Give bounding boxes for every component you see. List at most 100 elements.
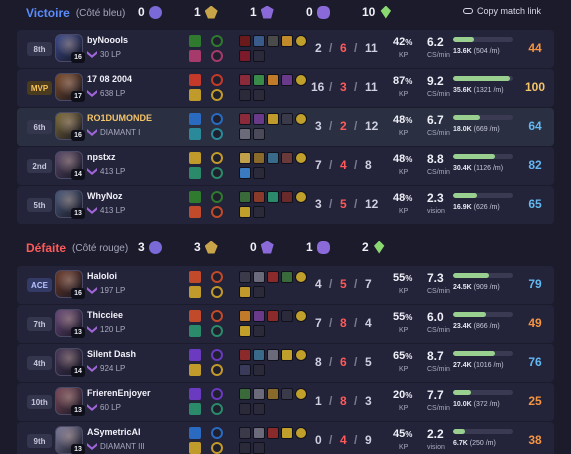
- item-icon[interactable]: [239, 50, 251, 62]
- summoner-name[interactable]: Silent Dash: [87, 349, 136, 359]
- item-icon[interactable]: [253, 35, 265, 47]
- summoner-spell-icon[interactable]: [189, 403, 201, 415]
- trinket-icon[interactable]: [295, 349, 307, 361]
- rune-icon[interactable]: [211, 403, 223, 415]
- summoner-spell-icon[interactable]: [189, 191, 201, 203]
- copy-link-button[interactable]: Copy match link: [462, 6, 541, 16]
- rune-icon[interactable]: [211, 286, 223, 298]
- item-icon[interactable]: [281, 152, 293, 164]
- item-icon[interactable]: [239, 364, 251, 376]
- rune-icon[interactable]: [211, 271, 223, 283]
- item-icon[interactable]: [239, 206, 251, 218]
- item-icon[interactable]: [267, 271, 279, 283]
- item-icon[interactable]: [253, 271, 265, 283]
- player-row[interactable]: 7th 13 Thicciee 120 LP 7 / 8 / 4 55% KP 6.0 CS/min 23…: [17, 305, 554, 343]
- item-icon[interactable]: [239, 388, 251, 400]
- item-icon[interactable]: [239, 349, 251, 361]
- summoner-name[interactable]: ASymetricAI: [87, 427, 141, 437]
- rune-icon[interactable]: [211, 167, 223, 179]
- item-icon[interactable]: [281, 271, 293, 283]
- summoner-spell-icon[interactable]: [189, 349, 201, 361]
- item-icon[interactable]: [267, 152, 279, 164]
- player-row[interactable]: 9th 13 ASymetricAI DIAMANT III 0 / 4 / 9 45% KP 2.2…: [17, 422, 554, 454]
- item-icon[interactable]: [267, 427, 279, 439]
- summoner-spell-icon[interactable]: [189, 128, 201, 140]
- item-icon[interactable]: [239, 74, 251, 86]
- item-icon[interactable]: [267, 310, 279, 322]
- summoner-name[interactable]: npstxz: [87, 152, 116, 162]
- item-icon[interactable]: [239, 310, 251, 322]
- trinket-icon[interactable]: [295, 191, 307, 203]
- rune-icon[interactable]: [211, 364, 223, 376]
- trinket-icon[interactable]: [295, 74, 307, 86]
- item-icon[interactable]: [253, 349, 265, 361]
- rune-icon[interactable]: [211, 349, 223, 361]
- item-icon[interactable]: [281, 191, 293, 203]
- summoner-spell-icon[interactable]: [189, 167, 201, 179]
- summoner-name[interactable]: RO1DUMONDE: [87, 113, 152, 123]
- item-icon[interactable]: [253, 325, 265, 337]
- item-icon[interactable]: [253, 286, 265, 298]
- player-row[interactable]: 5th 13 WhyNoz 413 LP 3 / 5 / 12 48% KP 2.3 vision 16.…: [17, 186, 554, 224]
- summoner-spell-icon[interactable]: [189, 152, 201, 164]
- item-icon[interactable]: [239, 325, 251, 337]
- item-icon[interactable]: [253, 152, 265, 164]
- item-icon[interactable]: [253, 167, 265, 179]
- item-icon[interactable]: [253, 89, 265, 101]
- item-icon[interactable]: [253, 442, 265, 454]
- rune-icon[interactable]: [211, 74, 223, 86]
- rune-icon[interactable]: [211, 191, 223, 203]
- summoner-spell-icon[interactable]: [189, 388, 201, 400]
- item-icon[interactable]: [239, 286, 251, 298]
- item-icon[interactable]: [239, 128, 251, 140]
- player-row[interactable]: MVP 17 17 08 2004 638 LP 16 / 3 / 11 87% KP 9.2 CS/m…: [17, 69, 554, 107]
- item-icon[interactable]: [239, 167, 251, 179]
- item-icon[interactable]: [253, 364, 265, 376]
- item-icon[interactable]: [253, 128, 265, 140]
- player-row[interactable]: 6th 16 RO1DUMONDE DIAMANT I 3 / 2 / 12 48% KP 6.7 CS…: [17, 108, 554, 146]
- item-icon[interactable]: [267, 74, 279, 86]
- item-icon[interactable]: [267, 191, 279, 203]
- item-icon[interactable]: [239, 271, 251, 283]
- summoner-spell-icon[interactable]: [189, 325, 201, 337]
- rune-icon[interactable]: [211, 128, 223, 140]
- summoner-spell-icon[interactable]: [189, 50, 201, 62]
- rune-icon[interactable]: [211, 35, 223, 47]
- item-icon[interactable]: [239, 113, 251, 125]
- summoner-spell-icon[interactable]: [189, 271, 201, 283]
- item-icon[interactable]: [239, 35, 251, 47]
- summoner-spell-icon[interactable]: [189, 206, 201, 218]
- item-icon[interactable]: [281, 74, 293, 86]
- player-row[interactable]: 2nd 14 npstxz 413 LP 7 / 4 / 8 48% KP 8.8 CS/min 30.4…: [17, 147, 554, 185]
- summoner-spell-icon[interactable]: [189, 364, 201, 376]
- summoner-name[interactable]: 17 08 2004: [87, 74, 132, 84]
- item-icon[interactable]: [281, 349, 293, 361]
- item-icon[interactable]: [281, 427, 293, 439]
- summoner-name[interactable]: FrierenEnjoyer: [87, 388, 151, 398]
- item-icon[interactable]: [239, 403, 251, 415]
- item-icon[interactable]: [253, 403, 265, 415]
- trinket-icon[interactable]: [295, 152, 307, 164]
- trinket-icon[interactable]: [295, 310, 307, 322]
- summoner-spell-icon[interactable]: [189, 35, 201, 47]
- item-icon[interactable]: [253, 191, 265, 203]
- rune-icon[interactable]: [211, 113, 223, 125]
- rune-icon[interactable]: [211, 152, 223, 164]
- item-icon[interactable]: [239, 442, 251, 454]
- trinket-icon[interactable]: [295, 35, 307, 47]
- rune-icon[interactable]: [211, 310, 223, 322]
- player-row[interactable]: ACE 16 Haloloi 197 LP 4 / 5 / 7 55% KP 7.3 CS/min 24.…: [17, 266, 554, 304]
- player-row[interactable]: 4th 14 Silent Dash 924 LP 8 / 6 / 5 65% KP 8.7 CS/mi…: [17, 344, 554, 382]
- item-icon[interactable]: [253, 113, 265, 125]
- item-icon[interactable]: [267, 113, 279, 125]
- summoner-name[interactable]: Thicciee: [87, 310, 123, 320]
- item-icon[interactable]: [253, 427, 265, 439]
- trinket-icon[interactable]: [295, 388, 307, 400]
- player-row[interactable]: 8th 16 byNoools 30 LP 2 / 6 / 11 42% KP 6.2 CS/min 13…: [17, 30, 554, 68]
- summoner-spell-icon[interactable]: [189, 89, 201, 101]
- item-icon[interactable]: [253, 206, 265, 218]
- rune-icon[interactable]: [211, 388, 223, 400]
- rune-icon[interactable]: [211, 50, 223, 62]
- item-icon[interactable]: [267, 35, 279, 47]
- rune-icon[interactable]: [211, 427, 223, 439]
